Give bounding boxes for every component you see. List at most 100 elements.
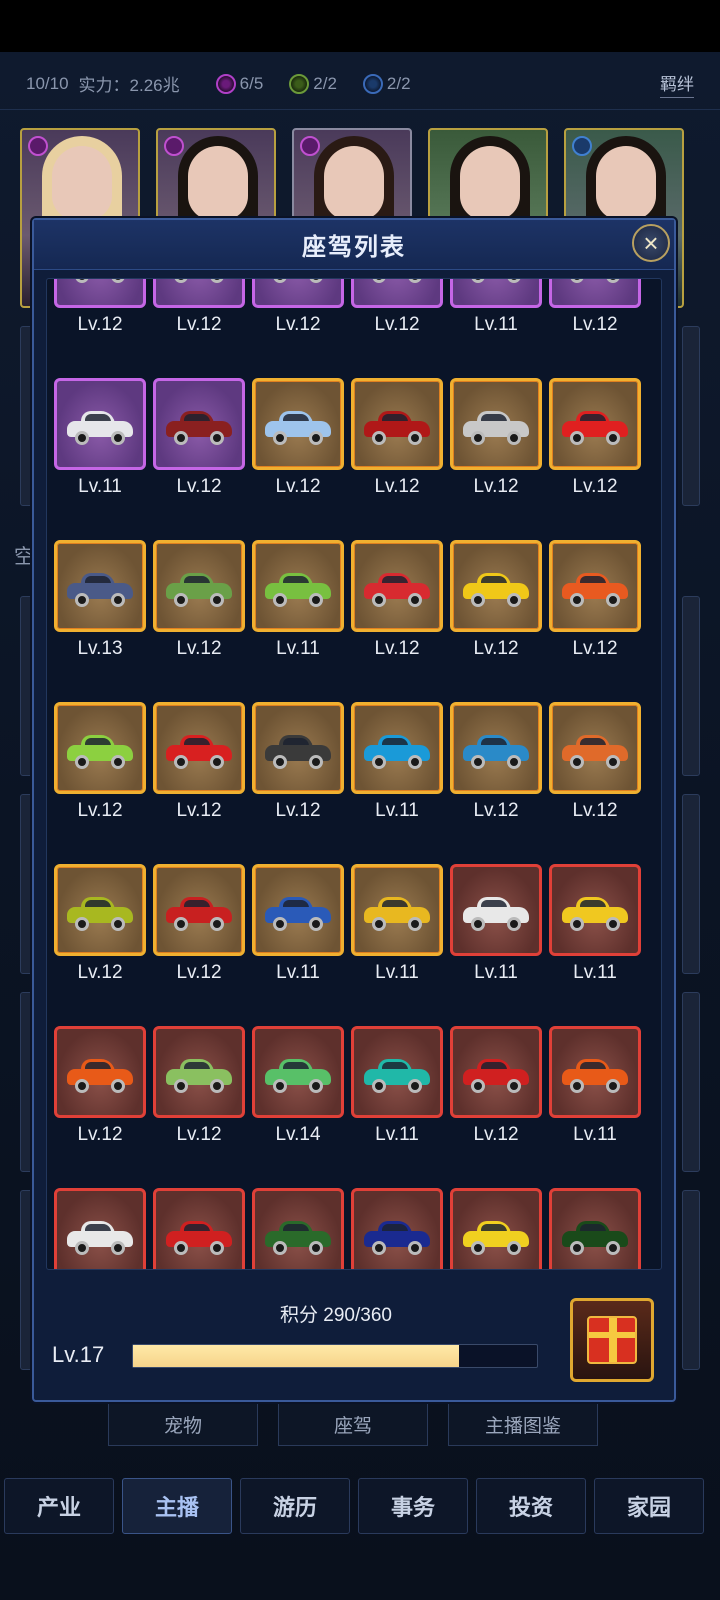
car-tile[interactable]: [549, 540, 641, 632]
car-item[interactable]: Lv.12: [351, 1188, 443, 1269]
car-tile[interactable]: [450, 540, 542, 632]
car-tile[interactable]: [54, 702, 146, 794]
car-grid-scroll-area[interactable]: Lv.12 Lv.12 Lv.12 Lv.12 Lv.11 Lv.12 Lv.11 Lv.12…: [46, 278, 662, 1270]
car-item[interactable]: Lv.12: [153, 279, 245, 338]
car-item[interactable]: Lv.12: [351, 279, 443, 338]
car-item[interactable]: Lv.12: [549, 540, 641, 662]
car-tile[interactable]: [549, 864, 641, 956]
car-item[interactable]: Lv.11: [450, 279, 542, 338]
nav-tab[interactable]: 事务: [358, 1478, 468, 1534]
car-item[interactable]: Lv.12: [450, 540, 542, 662]
car-tile[interactable]: [153, 378, 245, 470]
car-item[interactable]: Lv.11: [549, 864, 641, 986]
car-tile[interactable]: [54, 540, 146, 632]
car-item[interactable]: Lv.12: [351, 540, 443, 662]
car-item[interactable]: Lv.11: [549, 1026, 641, 1148]
car-level: Lv.11: [276, 962, 320, 983]
car-tile[interactable]: [450, 702, 542, 794]
tab-cars[interactable]: 座驾: [278, 1404, 428, 1446]
car-item[interactable]: Lv.11: [351, 1026, 443, 1148]
car-tile[interactable]: [450, 864, 542, 956]
car-tile[interactable]: [549, 1026, 641, 1118]
car-tile[interactable]: [351, 378, 443, 470]
car-tile[interactable]: [252, 1188, 344, 1269]
car-tile[interactable]: [351, 864, 443, 956]
car-item[interactable]: Lv.12: [153, 540, 245, 662]
car-tile[interactable]: [351, 279, 443, 308]
car-tile[interactable]: [54, 378, 146, 470]
nav-tab[interactable]: 产业: [4, 1478, 114, 1534]
car-tile[interactable]: [549, 1188, 641, 1269]
car-item[interactable]: Lv.11: [351, 864, 443, 986]
car-tile[interactable]: [153, 540, 245, 632]
car-item[interactable]: Lv.11: [450, 864, 542, 986]
car-item[interactable]: Lv.12: [450, 1026, 542, 1148]
car-tile[interactable]: [54, 864, 146, 956]
car-item[interactable]: Lv.12: [54, 702, 146, 824]
car-tile[interactable]: [450, 279, 542, 308]
car-item[interactable]: Lv.12: [549, 279, 641, 338]
rarity-badge-icon: [300, 136, 320, 156]
car-item[interactable]: Lv.11: [351, 702, 443, 824]
car-item[interactable]: Lv.12: [54, 279, 146, 338]
car-item[interactable]: Lv.12: [153, 378, 245, 500]
car-item[interactable]: Lv.11: [450, 1188, 542, 1269]
bond-button[interactable]: 羁绊: [660, 70, 694, 98]
car-tile[interactable]: [54, 1026, 146, 1118]
car-item[interactable]: Lv.12: [351, 378, 443, 500]
car-tile[interactable]: [153, 864, 245, 956]
car-item[interactable]: Lv.12: [450, 378, 542, 500]
car-tile[interactable]: [351, 702, 443, 794]
car-tile[interactable]: [153, 1026, 245, 1118]
car-item[interactable]: Lv.13: [54, 540, 146, 662]
nav-tab[interactable]: 游历: [240, 1478, 350, 1534]
car-tile[interactable]: [450, 378, 542, 470]
car-item[interactable]: Lv.12: [54, 864, 146, 986]
car-tile[interactable]: [252, 1026, 344, 1118]
car-item[interactable]: Lv.12: [153, 864, 245, 986]
car-item[interactable]: Lv.11: [54, 1188, 146, 1269]
car-item[interactable]: Lv.12: [252, 702, 344, 824]
nav-tab[interactable]: 主播: [122, 1478, 232, 1534]
nav-tab[interactable]: 家园: [594, 1478, 704, 1534]
car-item[interactable]: Lv.12: [153, 1188, 245, 1269]
car-item[interactable]: Lv.11: [252, 540, 344, 662]
gift-reward-button[interactable]: [570, 1298, 654, 1382]
car-item[interactable]: Lv.12: [549, 378, 641, 500]
car-item[interactable]: Lv.12: [252, 378, 344, 500]
close-button[interactable]: ×: [632, 224, 670, 262]
car-tile[interactable]: [252, 702, 344, 794]
car-item[interactable]: Lv.12: [153, 1026, 245, 1148]
car-tile[interactable]: [252, 540, 344, 632]
car-item[interactable]: Lv.12: [252, 279, 344, 338]
car-tile[interactable]: [153, 279, 245, 308]
car-item[interactable]: Lv.14: [252, 1026, 344, 1148]
car-tile[interactable]: [450, 1026, 542, 1118]
tab-streamer-gallery[interactable]: 主播图鉴: [448, 1404, 598, 1446]
car-tile[interactable]: [549, 378, 641, 470]
car-item[interactable]: Lv.12: [549, 702, 641, 824]
car-item[interactable]: Lv.11: [252, 864, 344, 986]
car-item[interactable]: Lv.12: [450, 702, 542, 824]
car-item[interactable]: Lv.12: [54, 1026, 146, 1148]
car-tile[interactable]: [351, 1188, 443, 1269]
car-tile[interactable]: [252, 279, 344, 308]
car-tile[interactable]: [450, 1188, 542, 1269]
car-item[interactable]: Lv.11: [54, 378, 146, 500]
car-tile[interactable]: [549, 279, 641, 308]
car-tile[interactable]: [252, 378, 344, 470]
tab-pets[interactable]: 宠物: [108, 1404, 258, 1446]
car-tile[interactable]: [153, 702, 245, 794]
car-item[interactable]: Lv.12: [153, 702, 245, 824]
car-tile[interactable]: [153, 1188, 245, 1269]
car-tile[interactable]: [54, 279, 146, 308]
car-tile[interactable]: [549, 702, 641, 794]
car-tile[interactable]: [351, 540, 443, 632]
nav-tab[interactable]: 投资: [476, 1478, 586, 1534]
car-item[interactable]: Lv.11: [252, 1188, 344, 1269]
car-tile[interactable]: [252, 864, 344, 956]
car-tile[interactable]: [351, 1026, 443, 1118]
car-level: Lv.11: [375, 1124, 419, 1145]
car-item[interactable]: Lv.12: [549, 1188, 641, 1269]
car-tile[interactable]: [54, 1188, 146, 1269]
